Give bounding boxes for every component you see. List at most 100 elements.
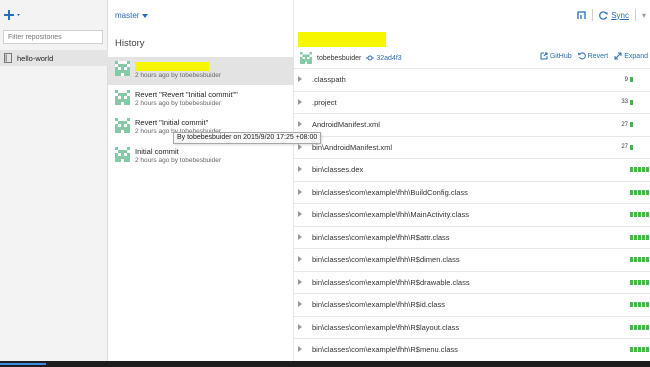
file-row[interactable]: bin\classes.dex bbox=[294, 158, 650, 181]
commit-icon bbox=[366, 55, 375, 61]
filter-repositories-input[interactable] bbox=[3, 30, 103, 44]
expand-arrow-icon[interactable] bbox=[298, 143, 302, 150]
diff-stat-bar bbox=[630, 167, 649, 172]
repo-item-label: hello-world bbox=[17, 53, 54, 63]
diff-stat-bar bbox=[630, 77, 633, 82]
avatar-identicon-icon bbox=[115, 147, 130, 162]
commit-meta: 2 hours ago by tobebesbuider bbox=[135, 71, 222, 79]
repository-sidebar: hello-world bbox=[0, 0, 108, 361]
file-row[interactable]: bin\AndroidManifest.xml 27 bbox=[294, 135, 650, 159]
view-on-github-button[interactable]: GitHub bbox=[540, 52, 572, 60]
diff-stat-bar bbox=[630, 324, 649, 330]
commit-title: Revert "Initial commit" bbox=[135, 118, 209, 127]
revert-button[interactable]: Revert bbox=[577, 52, 609, 60]
plus-icon bbox=[4, 10, 20, 20]
toolbar-divider bbox=[634, 9, 636, 21]
file-row[interactable]: bin\classes\com\example\fhh\R$id.class bbox=[294, 293, 650, 316]
expand-arrow-icon[interactable] bbox=[298, 188, 302, 195]
publish-icon[interactable] bbox=[577, 10, 586, 20]
commit-summary-redaction-highlight bbox=[298, 32, 386, 47]
expand-arrow-icon[interactable] bbox=[298, 301, 302, 307]
expand-icon bbox=[614, 52, 622, 60]
line-count: 9 bbox=[624, 76, 628, 83]
diff-stat-bar bbox=[630, 234, 649, 240]
diff-stat-bar bbox=[630, 122, 634, 127]
revert-icon bbox=[577, 52, 586, 60]
branch-name: master bbox=[115, 11, 140, 20]
history-title: History bbox=[115, 38, 145, 49]
file-path: .project bbox=[312, 97, 337, 107]
commit-title bbox=[135, 61, 221, 71]
commit-author-line: tobebesbuider 32ad4f3 bbox=[300, 52, 402, 64]
avatar-identicon-icon bbox=[115, 118, 130, 133]
redaction-highlight bbox=[135, 61, 209, 71]
expand-arrow-icon[interactable] bbox=[298, 98, 302, 105]
diff-stat-bar bbox=[630, 99, 634, 105]
line-count: 27 bbox=[621, 144, 628, 151]
add-repository-button[interactable] bbox=[4, 8, 22, 22]
sync-button[interactable]: Sync bbox=[599, 11, 629, 20]
chevron-down-icon bbox=[142, 13, 149, 18]
settings-menu-button[interactable]: ▾ bbox=[642, 11, 646, 20]
expand-button[interactable]: Expand bbox=[614, 52, 648, 60]
file-row[interactable]: bin\classes\com\example\fhh\R$layout.cla… bbox=[294, 315, 650, 339]
toolbar-divider bbox=[592, 9, 594, 21]
expand-arrow-icon[interactable] bbox=[298, 323, 302, 330]
file-row[interactable]: bin\classes\com\example\fhh\R$dimen.clas… bbox=[294, 248, 650, 271]
github-label: GitHub bbox=[549, 52, 572, 60]
line-count: 33 bbox=[621, 99, 628, 106]
taskbar-strip bbox=[0, 361, 650, 367]
sync-icon bbox=[599, 10, 608, 20]
file-path: bin\classes\com\example\fhh\R$attr.class bbox=[312, 232, 450, 242]
expand-arrow-icon[interactable] bbox=[298, 233, 302, 240]
expand-arrow-icon[interactable] bbox=[298, 166, 302, 172]
history-panel: master History 2 hours ago by tobebesbui… bbox=[108, 0, 294, 361]
file-row[interactable]: bin\classes\com\example\fhh\R$menu.class bbox=[294, 338, 650, 361]
commit-author: tobebesbuider bbox=[317, 54, 362, 62]
expand-arrow-icon[interactable] bbox=[298, 346, 302, 352]
external-link-icon bbox=[540, 52, 548, 60]
file-row[interactable]: bin\classes\com\example\fhh\BuildConfig.… bbox=[294, 180, 650, 204]
expand-label: Expand bbox=[624, 52, 648, 60]
commit-actions: GitHub Revert Expand bbox=[540, 52, 648, 60]
commit-title: Initial commit bbox=[135, 147, 179, 156]
commit-item[interactable]: Revert "Revert "Initial commit"" 2 hours… bbox=[108, 86, 294, 114]
repo-item-hello-world[interactable]: hello-world bbox=[0, 50, 108, 66]
file-row[interactable]: bin\classes\com\example\fhh\MainActivity… bbox=[294, 203, 650, 226]
avatar-identicon-icon bbox=[115, 61, 130, 76]
expand-arrow-icon[interactable] bbox=[298, 121, 302, 127]
file-row[interactable]: .classpath 9 bbox=[294, 68, 650, 91]
avatar-identicon-icon bbox=[300, 52, 312, 64]
commit-item[interactable]: Initial commit 2 hours ago by tobebesbui… bbox=[108, 143, 294, 171]
commit-sha: 32ad4f3 bbox=[376, 54, 402, 62]
commit-meta: 2 hours ago by tobebesbuider bbox=[135, 157, 222, 164]
expand-arrow-icon[interactable] bbox=[298, 76, 302, 82]
top-toolbar: Sync ▾ bbox=[577, 9, 646, 21]
expand-arrow-icon[interactable] bbox=[298, 278, 302, 285]
branch-selector[interactable]: master bbox=[115, 11, 149, 20]
file-path: bin\classes\com\example\fhh\R$id.class bbox=[312, 300, 445, 310]
commit-tooltip: By tobebesbuider on 2015/9/20 17:25 +08:… bbox=[173, 132, 322, 144]
sync-label: Sync bbox=[611, 10, 629, 20]
diff-stat-bar bbox=[630, 257, 649, 262]
revert-label: Revert bbox=[587, 52, 609, 60]
file-row[interactable]: AndroidManifest.xml 27 bbox=[294, 113, 650, 136]
commit-detail-panel: Sync ▾ tobebesbuider 32ad4f3 GitHub Reve… bbox=[294, 0, 650, 361]
commit-sha-link[interactable]: 32ad4f3 bbox=[366, 54, 402, 62]
diff-stat-bar bbox=[630, 279, 649, 285]
diff-stat-bar bbox=[630, 189, 649, 195]
changed-files-list: .classpath 9 .project 33 AndroidManifest… bbox=[294, 68, 650, 361]
file-path: .classpath bbox=[312, 75, 346, 85]
file-row[interactable]: bin\classes\com\example\fhh\R$drawable.c… bbox=[294, 270, 650, 294]
expand-arrow-icon[interactable] bbox=[298, 211, 302, 217]
avatar-identicon-icon bbox=[115, 90, 130, 105]
taskbar-accent bbox=[0, 363, 46, 365]
repo-icon bbox=[4, 53, 12, 63]
file-row[interactable]: bin\classes\com\example\fhh\R$attr.class bbox=[294, 225, 650, 249]
expand-arrow-icon[interactable] bbox=[298, 256, 302, 262]
file-row[interactable]: .project 33 bbox=[294, 90, 650, 114]
diff-stat-bar bbox=[630, 212, 649, 217]
file-path: AndroidManifest.xml bbox=[312, 120, 380, 130]
file-path: bin\classes.dex bbox=[312, 165, 364, 175]
commit-item[interactable]: 2 hours ago by tobebesbuider bbox=[108, 57, 294, 85]
